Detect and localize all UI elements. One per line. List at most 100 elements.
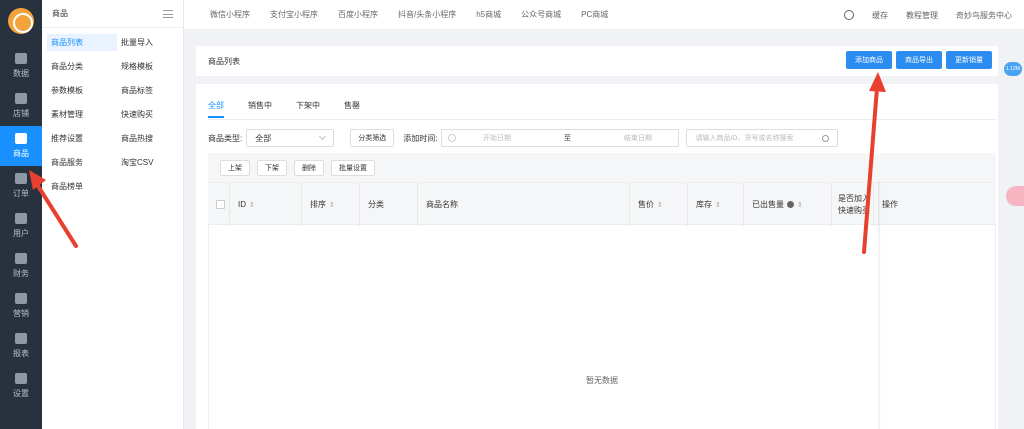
goods-submenu: 商品 商品列表 批量导入 商品分类 规格模板 参数模板 商品标签 素材管理 快速…: [42, 0, 184, 429]
page-header: 商品列表 添加商品 商品导出 更新销量: [196, 46, 998, 76]
col-price[interactable]: 售价 ⇕: [630, 183, 688, 226]
submenu-item-materials[interactable]: 素材管理: [47, 106, 117, 123]
bag-icon: [15, 133, 27, 144]
info-icon[interactable]: [787, 201, 794, 208]
end-date-input[interactable]: 结束日期: [624, 133, 652, 143]
main-nav-rail: 数据 店铺 商品 订单 用户 财务 营销 报表 设置: [0, 0, 42, 429]
tab-all[interactable]: 全部: [208, 100, 224, 118]
col-stock[interactable]: 库存 ⇕: [688, 183, 744, 226]
status-tabs: 全部 销售中 下架中 售罄: [208, 100, 360, 118]
submenu-item-taobao-csv[interactable]: 淘宝CSV: [117, 154, 187, 171]
rail-item-settings[interactable]: 设置: [0, 366, 42, 406]
select-all-checkbox[interactable]: [216, 200, 225, 209]
platform-tab-douyin[interactable]: 抖音/头条小程序: [398, 9, 456, 20]
submenu-item-ranking[interactable]: 商品榜单: [47, 178, 117, 195]
category-filter-button[interactable]: 分类筛选: [350, 129, 395, 147]
grid-icon: [15, 293, 27, 304]
range-separator: 至: [563, 135, 571, 142]
col-category: 分类: [360, 183, 418, 226]
time-label: 添加时间:: [403, 133, 438, 143]
search-placeholder: 请输入商品ID、货号或名称搜索: [695, 135, 794, 142]
export-products-button[interactable]: 商品导出: [896, 51, 942, 69]
search-icon[interactable]: [822, 134, 830, 142]
platform-tab-baidu[interactable]: 百度小程序: [338, 9, 378, 20]
search-input[interactable]: 请输入商品ID、货号或名称搜索: [686, 129, 839, 147]
rail-item-marketing[interactable]: 营销: [0, 286, 42, 326]
page-title: 商品列表: [208, 56, 240, 66]
sort-icon[interactable]: ⇕: [657, 201, 663, 209]
finance-icon: [15, 253, 27, 264]
type-select[interactable]: 全部: [246, 129, 335, 147]
platform-tab-wechat[interactable]: 微信小程序: [210, 9, 250, 20]
type-label: 商品类型:: [208, 133, 243, 143]
tab-sold-out[interactable]: 售罄: [344, 100, 360, 118]
translate-float-icon[interactable]: [1006, 186, 1024, 206]
list-on-shelf-button[interactable]: 上架: [220, 159, 250, 176]
type-select-value: 全部: [255, 133, 272, 143]
submenu-item-batch-import[interactable]: 批量导入: [117, 34, 187, 51]
order-icon: [15, 173, 27, 184]
rail-item-orders[interactable]: 订单: [0, 166, 42, 206]
topbar-right: 缓存 教程管理 奇妙鸟服务中心: [826, 0, 1012, 30]
cache-link[interactable]: 缓存: [872, 10, 888, 21]
platform-tab-alipay[interactable]: 支付宝小程序: [270, 9, 318, 20]
submenu-items: 商品列表 批量导入 商品分类 规格模板 参数模板 商品标签 素材管理 快速购买 …: [42, 28, 183, 201]
sort-icon[interactable]: ⇕: [249, 201, 255, 209]
take-off-shelf-button[interactable]: 下架: [257, 159, 287, 176]
download-icon[interactable]: [844, 10, 854, 20]
float-badge[interactable]: 1.12M: [1004, 62, 1022, 76]
rail-item-reports[interactable]: 报表: [0, 326, 42, 366]
tutorial-menu[interactable]: 教程管理: [906, 10, 938, 21]
col-sort[interactable]: 排序 ⇕: [302, 183, 360, 226]
col-sold[interactable]: 已出售量 ⇕: [744, 183, 832, 226]
submenu-header: 商品: [42, 0, 183, 28]
submenu-item-recommend[interactable]: 推荐设置: [47, 130, 117, 147]
submenu-item-tags[interactable]: 商品标签: [117, 82, 187, 99]
col-id[interactable]: ID ⇕: [230, 183, 302, 226]
sort-icon[interactable]: ⇕: [715, 201, 721, 209]
update-sales-button[interactable]: 更新销量: [946, 51, 992, 69]
batch-toolbar: 上架 下架 删除 批量设置: [208, 153, 996, 182]
sort-icon[interactable]: ⇕: [329, 201, 335, 209]
rail-item-store[interactable]: 店铺: [0, 86, 42, 126]
top-platform-bar: 微信小程序 支付宝小程序 百度小程序 抖音/头条小程序 h5商城 公众号商城 P…: [184, 0, 1024, 30]
submenu-item-param-template[interactable]: 参数模板: [47, 82, 117, 99]
submenu-title: 商品: [52, 9, 68, 18]
platform-tab-h5[interactable]: h5商城: [476, 9, 501, 20]
fixed-column-shadow: [878, 182, 881, 429]
store-icon: [15, 93, 27, 104]
tab-off-shelf[interactable]: 下架中: [296, 100, 320, 118]
rail-item-finance[interactable]: 财务: [0, 246, 42, 286]
submenu-item-product-list[interactable]: 商品列表: [47, 34, 117, 51]
chevron-down-icon: [319, 132, 327, 141]
col-product-name: 商品名称: [418, 183, 630, 226]
tab-on-sale[interactable]: 销售中: [248, 100, 272, 118]
service-center-menu[interactable]: 奇妙鸟服务中心: [956, 10, 1012, 21]
clock-icon: [448, 134, 457, 142]
platform-tab-pc[interactable]: PC商城: [581, 9, 608, 20]
tabs-divider: [208, 119, 996, 120]
start-date-input[interactable]: 开始日期: [483, 133, 511, 143]
submenu-item-spec-template[interactable]: 规格模板: [117, 58, 187, 75]
submenu-item-category[interactable]: 商品分类: [47, 58, 117, 75]
brand-logo: [8, 8, 34, 34]
rail-item-users[interactable]: 用户: [0, 206, 42, 246]
delete-button[interactable]: 删除: [294, 159, 324, 176]
submenu-item-quick-buy[interactable]: 快速购买: [117, 106, 187, 123]
rail-item-data[interactable]: 数据: [0, 46, 42, 86]
sort-icon[interactable]: ⇕: [797, 201, 803, 209]
header-actions: 添加商品 商品导出 更新销量: [846, 51, 992, 69]
user-icon: [15, 213, 27, 224]
platform-tab-official-account[interactable]: 公众号商城: [521, 9, 561, 20]
select-all-cell: [208, 183, 230, 226]
submenu-item-service[interactable]: 商品服务: [47, 154, 117, 171]
submenu-item-hot-search[interactable]: 商品热搜: [117, 130, 187, 147]
rail-item-goods[interactable]: 商品: [0, 126, 42, 166]
date-range-picker[interactable]: 开始日期 至 结束日期: [441, 129, 680, 147]
gear-icon: [15, 373, 27, 384]
col-actions: 操作: [882, 200, 898, 209]
collapse-menu-icon[interactable]: [163, 9, 173, 18]
col-quick-buy: 是否加入快速购买: [832, 183, 874, 226]
add-product-button[interactable]: 添加商品: [846, 51, 892, 69]
batch-settings-button[interactable]: 批量设置: [331, 159, 375, 176]
